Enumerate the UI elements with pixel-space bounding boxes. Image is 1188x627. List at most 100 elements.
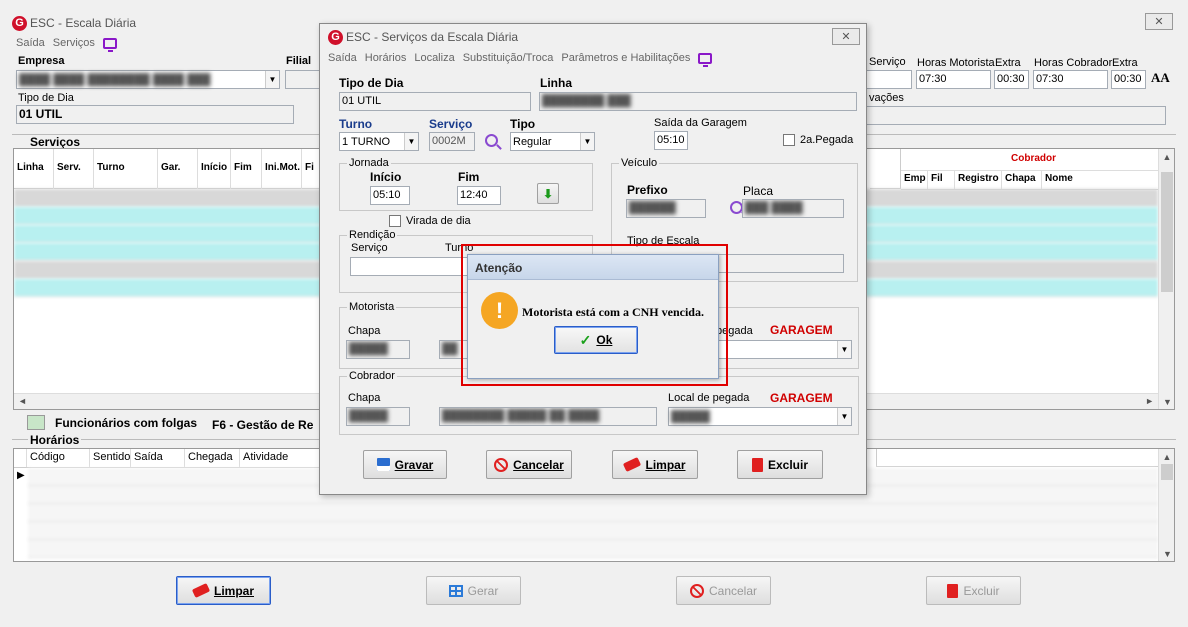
scroll-right-icon[interactable]: ► xyxy=(1145,396,1154,406)
scroll-thumb[interactable] xyxy=(1161,172,1173,292)
servico-field-right[interactable] xyxy=(866,70,912,89)
monitor-icon[interactable] xyxy=(698,52,713,67)
dialog-limpar-button[interactable]: Limpar xyxy=(612,450,698,479)
col-chegada[interactable]: Chegada xyxy=(185,449,240,467)
observacoes-field[interactable] xyxy=(866,106,1166,125)
col-serv[interactable]: Serv. xyxy=(54,149,94,189)
ok-button[interactable]: ✓ Ok xyxy=(554,326,638,354)
menu-servicos[interactable]: Serviços xyxy=(53,37,95,49)
cancel-icon xyxy=(494,457,509,472)
col-emp[interactable]: Emp xyxy=(901,171,928,189)
dialog-menu-horarios[interactable]: Horários xyxy=(365,52,407,64)
list-item[interactable] xyxy=(28,522,1158,540)
horarios-section-title: Horários xyxy=(28,433,82,447)
col-codigo[interactable]: Código xyxy=(27,449,90,467)
empresa-select[interactable]: ████ ████ ████████ ████ ███ ▼ xyxy=(16,70,280,89)
scroll-up-icon[interactable]: ▲ xyxy=(1159,152,1174,162)
col-fim[interactable]: Fim xyxy=(231,149,262,189)
main-window-title: ESC - Escala Diária xyxy=(30,16,137,30)
empresa-value: ████ ████ ████████ ████ ███ xyxy=(19,73,211,86)
monitor-icon[interactable] xyxy=(102,37,117,52)
font-size-icon[interactable]: AA xyxy=(1151,70,1170,86)
alert-title: Atenção xyxy=(475,261,523,275)
dialog-menu-substituicao[interactable]: Substituição/Troca xyxy=(463,52,554,64)
servicos-scrollbar[interactable]: ▲ ▼ xyxy=(1158,149,1174,409)
scroll-up-icon[interactable]: ▲ xyxy=(1159,452,1174,462)
col-atividade[interactable]: Atividade xyxy=(240,449,324,467)
search-icon[interactable] xyxy=(485,134,498,147)
trash-icon xyxy=(947,583,959,598)
servico-label: Serviço xyxy=(429,117,473,131)
scroll-thumb[interactable] xyxy=(1161,464,1173,480)
col-inicio[interactable]: Início xyxy=(198,149,231,189)
scroll-down-icon[interactable]: ▼ xyxy=(1163,549,1172,559)
motorista-chapa-field[interactable]: █████ xyxy=(346,340,410,359)
turno-select[interactable]: 1 TURNO ▼ xyxy=(339,132,419,151)
servico-label-right: Serviço xyxy=(869,56,906,68)
arrow-down-icon: ⬇ xyxy=(542,186,554,201)
cobrador-header-title: Cobrador xyxy=(1011,153,1056,164)
main-limpar-button[interactable]: Limpar xyxy=(176,576,271,605)
inicio-field[interactable]: 05:10 xyxy=(370,186,410,205)
horas-motorista-label: Horas Motorista xyxy=(917,57,995,69)
dialog-close-button[interactable]: ✕ xyxy=(832,28,860,45)
tipo-select[interactable]: Regular ▼ xyxy=(510,132,595,151)
main-cancelar-button[interactable]: Cancelar xyxy=(676,576,771,605)
col-chapa[interactable]: Chapa xyxy=(1002,171,1042,189)
cancel-icon xyxy=(689,583,704,598)
col-registro[interactable]: Registro xyxy=(955,171,1002,189)
scroll-down-icon[interactable]: ▼ xyxy=(1163,397,1172,407)
filial-field[interactable] xyxy=(285,70,321,89)
cobrador-local-label: Local de pegada xyxy=(668,392,750,404)
col-sentido[interactable]: Sentido xyxy=(90,449,131,467)
cobrador-nome-field: ████████ █████ ██ ████ xyxy=(439,407,657,426)
segunda-pegada-checkbox[interactable] xyxy=(783,134,795,146)
horas-motorista-field[interactable]: 07:30 xyxy=(916,70,991,89)
dialog-cancelar-button[interactable]: Cancelar xyxy=(486,450,572,479)
cobrador-header-group: Cobrador Emp Fil Registro Chapa Nome xyxy=(900,149,1163,190)
main-excluir-button[interactable]: Excluir xyxy=(926,576,1021,605)
cobrador-local-select[interactable]: █████ ▼ xyxy=(668,407,852,426)
virada-dia-checkbox[interactable] xyxy=(389,215,401,227)
prefixo-label: Prefixo xyxy=(627,183,668,197)
list-item[interactable] xyxy=(28,504,1158,522)
servico-field[interactable]: 0002M xyxy=(429,132,475,151)
horarios-scrollbar[interactable]: ▲ ▼ xyxy=(1158,449,1174,561)
col-fil[interactable]: Fil xyxy=(928,171,955,189)
saida-garagem-field[interactable]: 05:10 xyxy=(654,131,688,150)
chevron-down-icon: ▼ xyxy=(265,71,279,88)
dialog-menu-parametros[interactable]: Parâmetros e Habilitações xyxy=(561,52,690,64)
rendicao-servico-field[interactable] xyxy=(350,257,470,276)
cobrador-chapa-field[interactable]: █████ xyxy=(346,407,410,426)
list-item[interactable] xyxy=(28,540,1158,558)
arrow-down-button[interactable]: ⬇ xyxy=(537,183,559,204)
horas-cobrador-field[interactable]: 07:30 xyxy=(1033,70,1108,89)
dialog-menu-saida[interactable]: Saída xyxy=(328,52,357,64)
col-gar[interactable]: Gar. xyxy=(158,149,198,189)
dialog-menu-localiza[interactable]: Localiza xyxy=(414,52,454,64)
warning-icon: ! xyxy=(481,292,518,329)
placa-field[interactable]: ███ ████ xyxy=(742,199,844,218)
motorista-local-select[interactable]: ▼ xyxy=(716,340,852,359)
col-nome[interactable]: Nome xyxy=(1042,171,1162,189)
dialog-excluir-button[interactable]: Excluir xyxy=(737,450,823,479)
col-saida[interactable]: Saída xyxy=(131,449,185,467)
col-turno[interactable]: Turno xyxy=(94,149,158,189)
menu-saida[interactable]: Saída xyxy=(16,37,45,49)
scroll-left-icon[interactable]: ◄ xyxy=(18,396,27,406)
main-close-button[interactable]: ✕ xyxy=(1145,13,1173,30)
col-ini-mot[interactable]: Ini.Mot. xyxy=(262,149,302,189)
chevron-down-icon: ▼ xyxy=(580,133,594,150)
extra-label-1: Extra xyxy=(995,57,1021,69)
chevron-down-icon: ▼ xyxy=(837,408,851,425)
tipo-dia-label: Tipo de Dia xyxy=(18,92,74,104)
fim-field[interactable]: 12:40 xyxy=(457,186,501,205)
extra-field-2[interactable]: 00:30 xyxy=(1111,70,1146,89)
col-linha[interactable]: Linha xyxy=(14,149,54,189)
prefixo-field[interactable]: ██████ xyxy=(626,199,706,218)
gravar-button[interactable]: Gravar xyxy=(363,450,447,479)
extra-field-1[interactable]: 00:30 xyxy=(994,70,1029,89)
main-gerar-button[interactable]: Gerar xyxy=(426,576,521,605)
tipo-dia-field: 01 UTIL xyxy=(16,105,294,124)
cobrador-chapa-label: Chapa xyxy=(348,392,381,404)
